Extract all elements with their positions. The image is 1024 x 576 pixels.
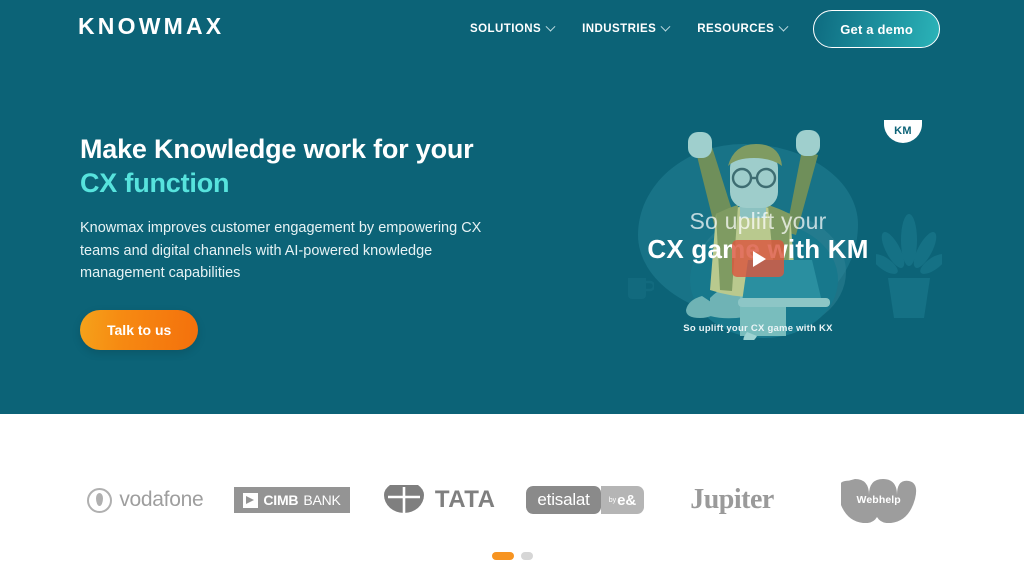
page-title: Make Knowledge work for your CX function	[80, 132, 510, 200]
video-caption: So uplift your CX game with KX	[683, 323, 833, 334]
nav-item-label: INDUSTRIES	[582, 23, 657, 35]
client-logo-cimb-bank[interactable]: CIMB BANK	[219, 474, 366, 526]
nav-item-industries[interactable]: INDUSTRIES	[568, 17, 683, 41]
client-logo-label: CIMB	[263, 492, 299, 508]
vodafone-mark-icon	[87, 487, 113, 513]
nav-item-solutions[interactable]: SOLUTIONS	[456, 17, 568, 41]
client-logo-label-secondary: by e&	[600, 486, 645, 514]
client-logo-label-secondary: BANK	[303, 492, 341, 508]
nav-item-resources[interactable]: RESOURCES	[683, 17, 801, 41]
get-a-demo-button[interactable]: Get a demo	[813, 10, 940, 48]
headline-line-1: Make Knowledge work for your	[80, 134, 474, 164]
client-logo-tata[interactable]: TATA	[365, 474, 512, 526]
client-logos-section: vodafone CIMB BANK TATA etisalat by e& J…	[0, 414, 1024, 576]
etisalat-by-prefix: by	[608, 496, 617, 504]
client-logo-jupiter[interactable]: Jupiter	[659, 474, 806, 526]
chevron-down-icon	[545, 21, 556, 32]
carousel-dot-1[interactable]	[491, 552, 514, 560]
client-logo-webhelp[interactable]: Webhelp	[805, 474, 952, 526]
carousel-pagination	[0, 552, 1024, 560]
hero-subheading: Knowmax improves customer engagement by …	[80, 220, 482, 281]
brand-logo[interactable]: KNOWMAX	[78, 15, 224, 38]
play-icon	[753, 250, 766, 267]
client-logo-label: vodafone	[119, 488, 204, 511]
chevron-down-icon	[778, 21, 789, 32]
client-logo-label: etisalat	[526, 486, 601, 514]
talk-to-us-button[interactable]: Talk to us	[80, 309, 199, 350]
chevron-down-icon	[660, 21, 671, 32]
client-logo-label: Webhelp	[856, 494, 901, 506]
main-navigation: SOLUTIONS INDUSTRIES RESOURCES Get a dem…	[456, 10, 940, 48]
nav-item-label: RESOURCES	[697, 23, 775, 35]
hero-copy: Make Knowledge work for your CX function…	[80, 132, 510, 350]
hero-section: KNOWMAX SOLUTIONS INDUSTRIES RESOURCES G…	[0, 0, 1024, 414]
nav-item-label: SOLUTIONS	[470, 23, 542, 35]
site-header: KNOWMAX SOLUTIONS INDUSTRIES RESOURCES G…	[0, 0, 1024, 56]
client-logo-label: TATA	[434, 486, 496, 513]
etisalat-eand-label: e&	[617, 491, 637, 509]
carousel-dot-2[interactable]	[520, 552, 533, 560]
client-logo-etisalat[interactable]: etisalat by e&	[512, 474, 659, 526]
tata-mark-icon	[383, 485, 424, 515]
mug-decoration-icon	[628, 278, 654, 299]
headline-line-2: CX function	[80, 168, 230, 198]
client-logo-vodafone[interactable]: vodafone	[72, 474, 219, 526]
client-logo-label: Jupiter	[690, 484, 774, 515]
km-watermark-badge: KM	[884, 120, 922, 143]
play-button[interactable]	[732, 240, 784, 277]
client-logos-row: vodafone CIMB BANK TATA etisalat by e& J…	[0, 474, 1024, 526]
hero-video-player[interactable]: So uplift your CX game with KM KM So upl…	[556, 92, 960, 354]
cimb-mark-icon	[243, 492, 259, 508]
video-overlay-line-1: So uplift your	[689, 208, 827, 234]
